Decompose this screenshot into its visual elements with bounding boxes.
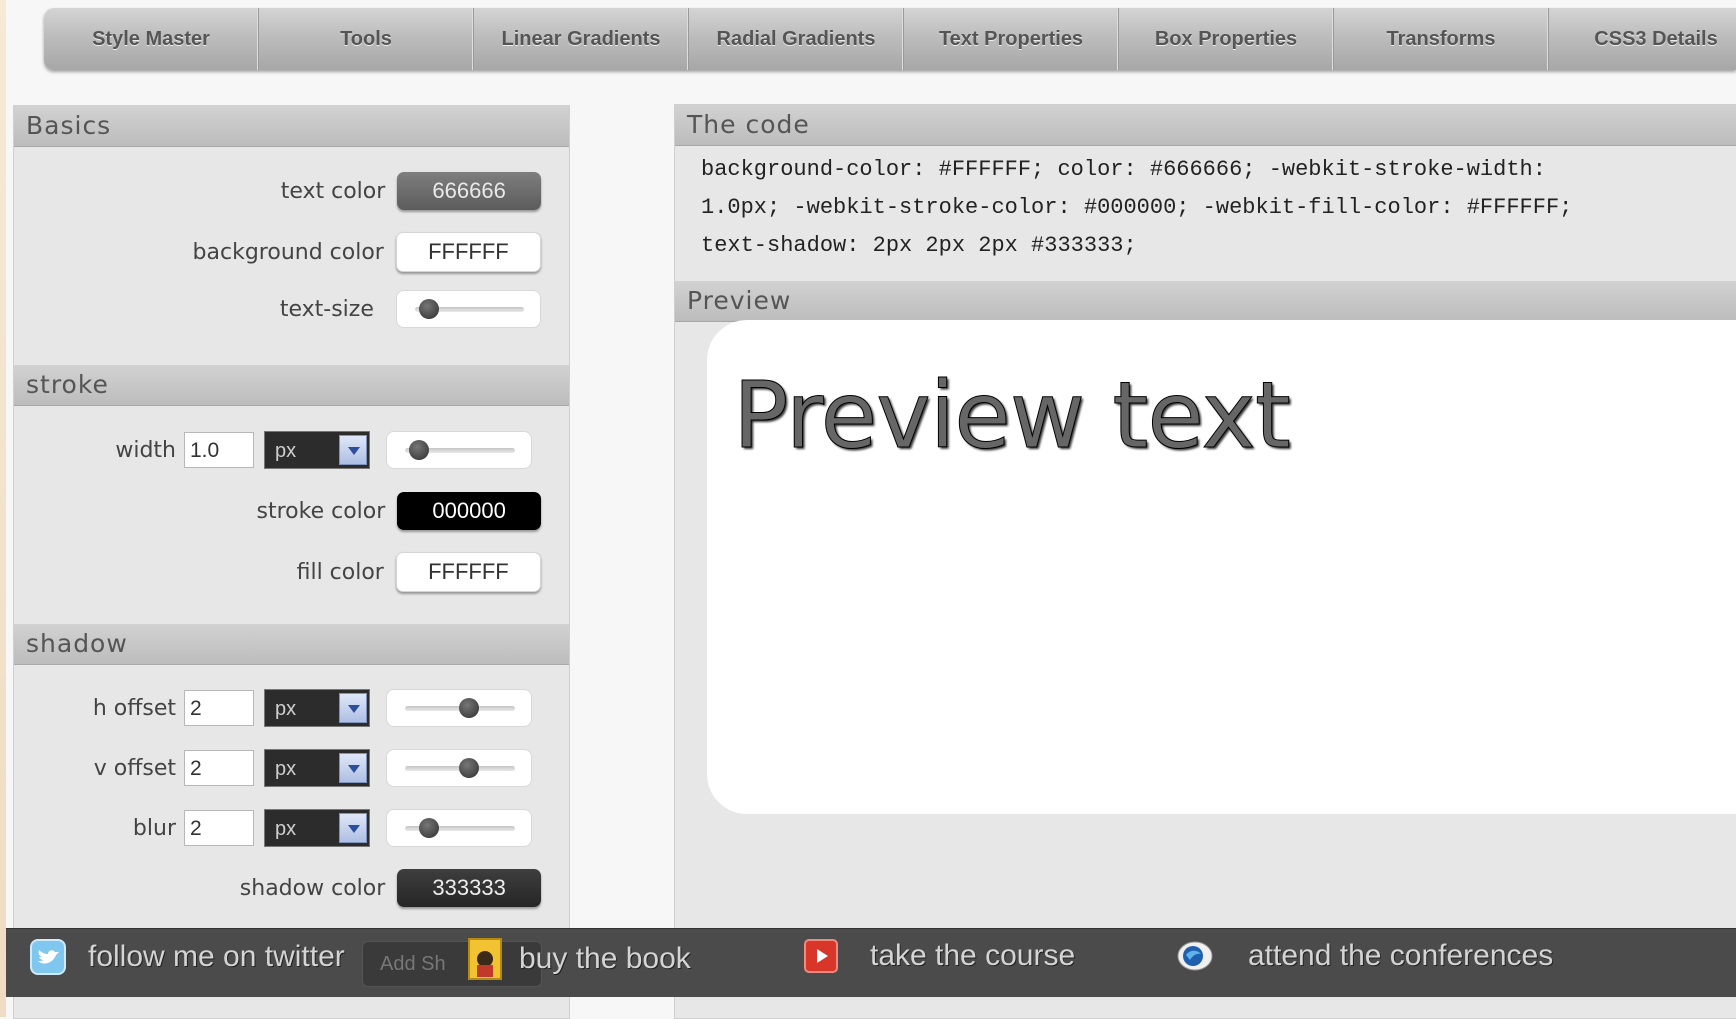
fill-color-button[interactable]: FFFFFF — [395, 552, 541, 592]
slider-knob[interactable] — [409, 440, 429, 460]
stroke-width-slider[interactable] — [386, 431, 532, 469]
v-offset-unit-value: px — [275, 758, 297, 780]
v-offset-label: v offset — [93, 755, 176, 781]
bg-color-label: background color — [192, 239, 384, 265]
book-cover-icon — [468, 938, 502, 980]
tab-css3-details[interactable]: CSS3 Details — [1549, 8, 1736, 70]
text-color-button[interactable]: 666666 — [397, 172, 541, 210]
chevron-down-icon[interactable] — [339, 813, 367, 843]
stroke-color-label: stroke color — [256, 498, 386, 524]
twitter-link-text: follow me on twitter — [88, 940, 345, 973]
blur-label: blur — [132, 815, 176, 841]
chevron-down-icon[interactable] — [339, 693, 367, 723]
shadow-heading: shadow — [14, 624, 569, 665]
buy-book-text: buy the book — [519, 942, 691, 975]
v-offset-input[interactable]: 2 — [184, 750, 254, 786]
preview-text: Preview text — [733, 362, 1292, 470]
code-line: text-shadow: 2px 2px 2px #333333; — [701, 233, 1137, 258]
v-offset-row: v offset 2 px — [14, 749, 532, 787]
text-size-row: text-size — [14, 290, 541, 328]
shadow-color-label: shadow color — [239, 875, 386, 901]
v-offset-slider[interactable] — [386, 749, 532, 787]
stroke-width-input[interactable]: 1.0 — [184, 432, 254, 468]
blur-slider[interactable] — [386, 809, 532, 847]
h-offset-row: h offset 2 px — [14, 689, 532, 727]
h-offset-slider[interactable] — [386, 689, 532, 727]
basics-heading: Basics — [14, 106, 569, 147]
settings-panel: Basics text color 666666 background colo… — [13, 105, 570, 1019]
text-size-label: text-size — [279, 296, 374, 322]
stroke-unit-value: px — [275, 440, 297, 462]
text-color-label: text color — [280, 178, 386, 204]
take-course-text: take the course — [870, 939, 1076, 972]
tab-linear-gradients[interactable]: Linear Gradients — [474, 8, 689, 70]
slider-knob[interactable] — [418, 299, 439, 319]
tab-text-properties[interactable]: Text Properties — [904, 8, 1119, 70]
code-line: background-color: #FFFFFF; color: #66666… — [701, 157, 1546, 182]
tab-style-master[interactable]: Style Master — [44, 8, 259, 70]
slider-knob[interactable] — [459, 698, 479, 718]
blur-unit-value: px — [275, 818, 297, 840]
stroke-color-button[interactable]: 000000 — [397, 492, 541, 530]
fill-color-label: fill color — [296, 559, 384, 585]
blur-unit-select[interactable]: px — [264, 809, 370, 847]
globe-icon — [1177, 941, 1213, 971]
promo-bar: follow me on twitter Add Sh buy the book… — [6, 929, 1736, 997]
v-offset-unit-select[interactable]: px — [264, 749, 370, 787]
h-offset-unit-value: px — [275, 698, 297, 720]
top-nav: Style Master Tools Linear Gradients Radi… — [44, 8, 1736, 70]
shadow-color-row: shadow color 333333 — [14, 869, 541, 907]
twitter-link[interactable]: follow me on twitter — [30, 939, 345, 975]
stroke-heading: stroke — [14, 365, 569, 406]
stroke-color-row: stroke color 000000 — [14, 492, 541, 530]
bg-color-row: background color FFFFFF — [14, 232, 541, 272]
tab-radial-gradients[interactable]: Radial Gradients — [689, 8, 904, 70]
conferences-text: attend the conferences — [1248, 939, 1554, 972]
preview-heading: Preview — [675, 281, 1736, 322]
code-line: 1.0px; -webkit-stroke-color: #000000; -w… — [701, 195, 1573, 220]
h-offset-unit-select[interactable]: px — [264, 689, 370, 727]
output-panel: The code background-color: #FFFFFF; colo… — [674, 104, 1736, 1019]
fill-color-row: fill color FFFFFF — [14, 552, 541, 592]
h-offset-input[interactable]: 2 — [184, 690, 254, 726]
stroke-width-label: width — [115, 437, 176, 463]
tab-transforms[interactable]: Transforms — [1334, 8, 1549, 70]
twitter-bird-icon — [30, 939, 66, 975]
tab-tools[interactable]: Tools — [259, 8, 474, 70]
chevron-down-icon[interactable] — [339, 435, 367, 465]
code-output: background-color: #FFFFFF; color: #66666… — [701, 151, 1736, 265]
shadow-color-button[interactable]: 333333 — [397, 869, 541, 907]
slider-knob[interactable] — [459, 758, 479, 778]
chevron-down-icon[interactable] — [339, 753, 367, 783]
bg-color-button[interactable]: FFFFFF — [395, 232, 541, 272]
h-offset-label: h offset — [92, 695, 176, 721]
stroke-unit-select[interactable]: px — [264, 431, 370, 469]
page-edge — [0, 0, 6, 1017]
text-size-slider[interactable] — [395, 290, 541, 328]
play-video-icon — [804, 939, 838, 973]
text-color-row: text color 666666 — [14, 172, 541, 210]
tab-box-properties[interactable]: Box Properties — [1119, 8, 1334, 70]
take-course-link[interactable]: take the course — [804, 939, 1075, 973]
buy-book-link[interactable]: buy the book — [467, 937, 691, 981]
conferences-link[interactable]: attend the conferences — [1176, 939, 1553, 973]
preview-area: Preview text — [707, 320, 1736, 814]
blur-row: blur 2 px — [14, 809, 532, 847]
slider-knob[interactable] — [419, 818, 439, 838]
blur-input[interactable]: 2 — [184, 810, 254, 846]
stroke-width-row: width 1.0 px — [14, 431, 532, 469]
code-heading: The code — [675, 105, 1736, 146]
